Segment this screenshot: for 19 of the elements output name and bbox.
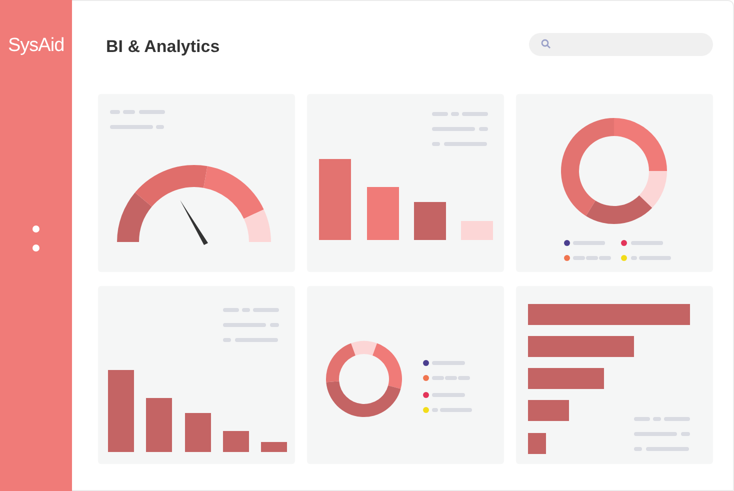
gauge-needle [180, 200, 208, 245]
bar [528, 400, 569, 421]
text-placeholder-drawing [110, 110, 165, 129]
bar [414, 202, 446, 240]
bar [223, 431, 249, 452]
text-placeholder-drawing [634, 417, 690, 451]
page-title: BI & Analytics [106, 36, 220, 58]
text-placeholder-drawing [223, 308, 279, 342]
bar [185, 413, 211, 452]
dots-icon [32, 225, 40, 252]
search-icon [541, 39, 551, 49]
bar [461, 221, 493, 240]
bar [146, 398, 172, 452]
bar [367, 187, 399, 240]
logo: SysAid [8, 36, 64, 55]
search-field[interactable] [529, 32, 713, 56]
bar [261, 442, 287, 452]
text-placeholder-drawing [432, 112, 488, 146]
bar [528, 433, 546, 454]
